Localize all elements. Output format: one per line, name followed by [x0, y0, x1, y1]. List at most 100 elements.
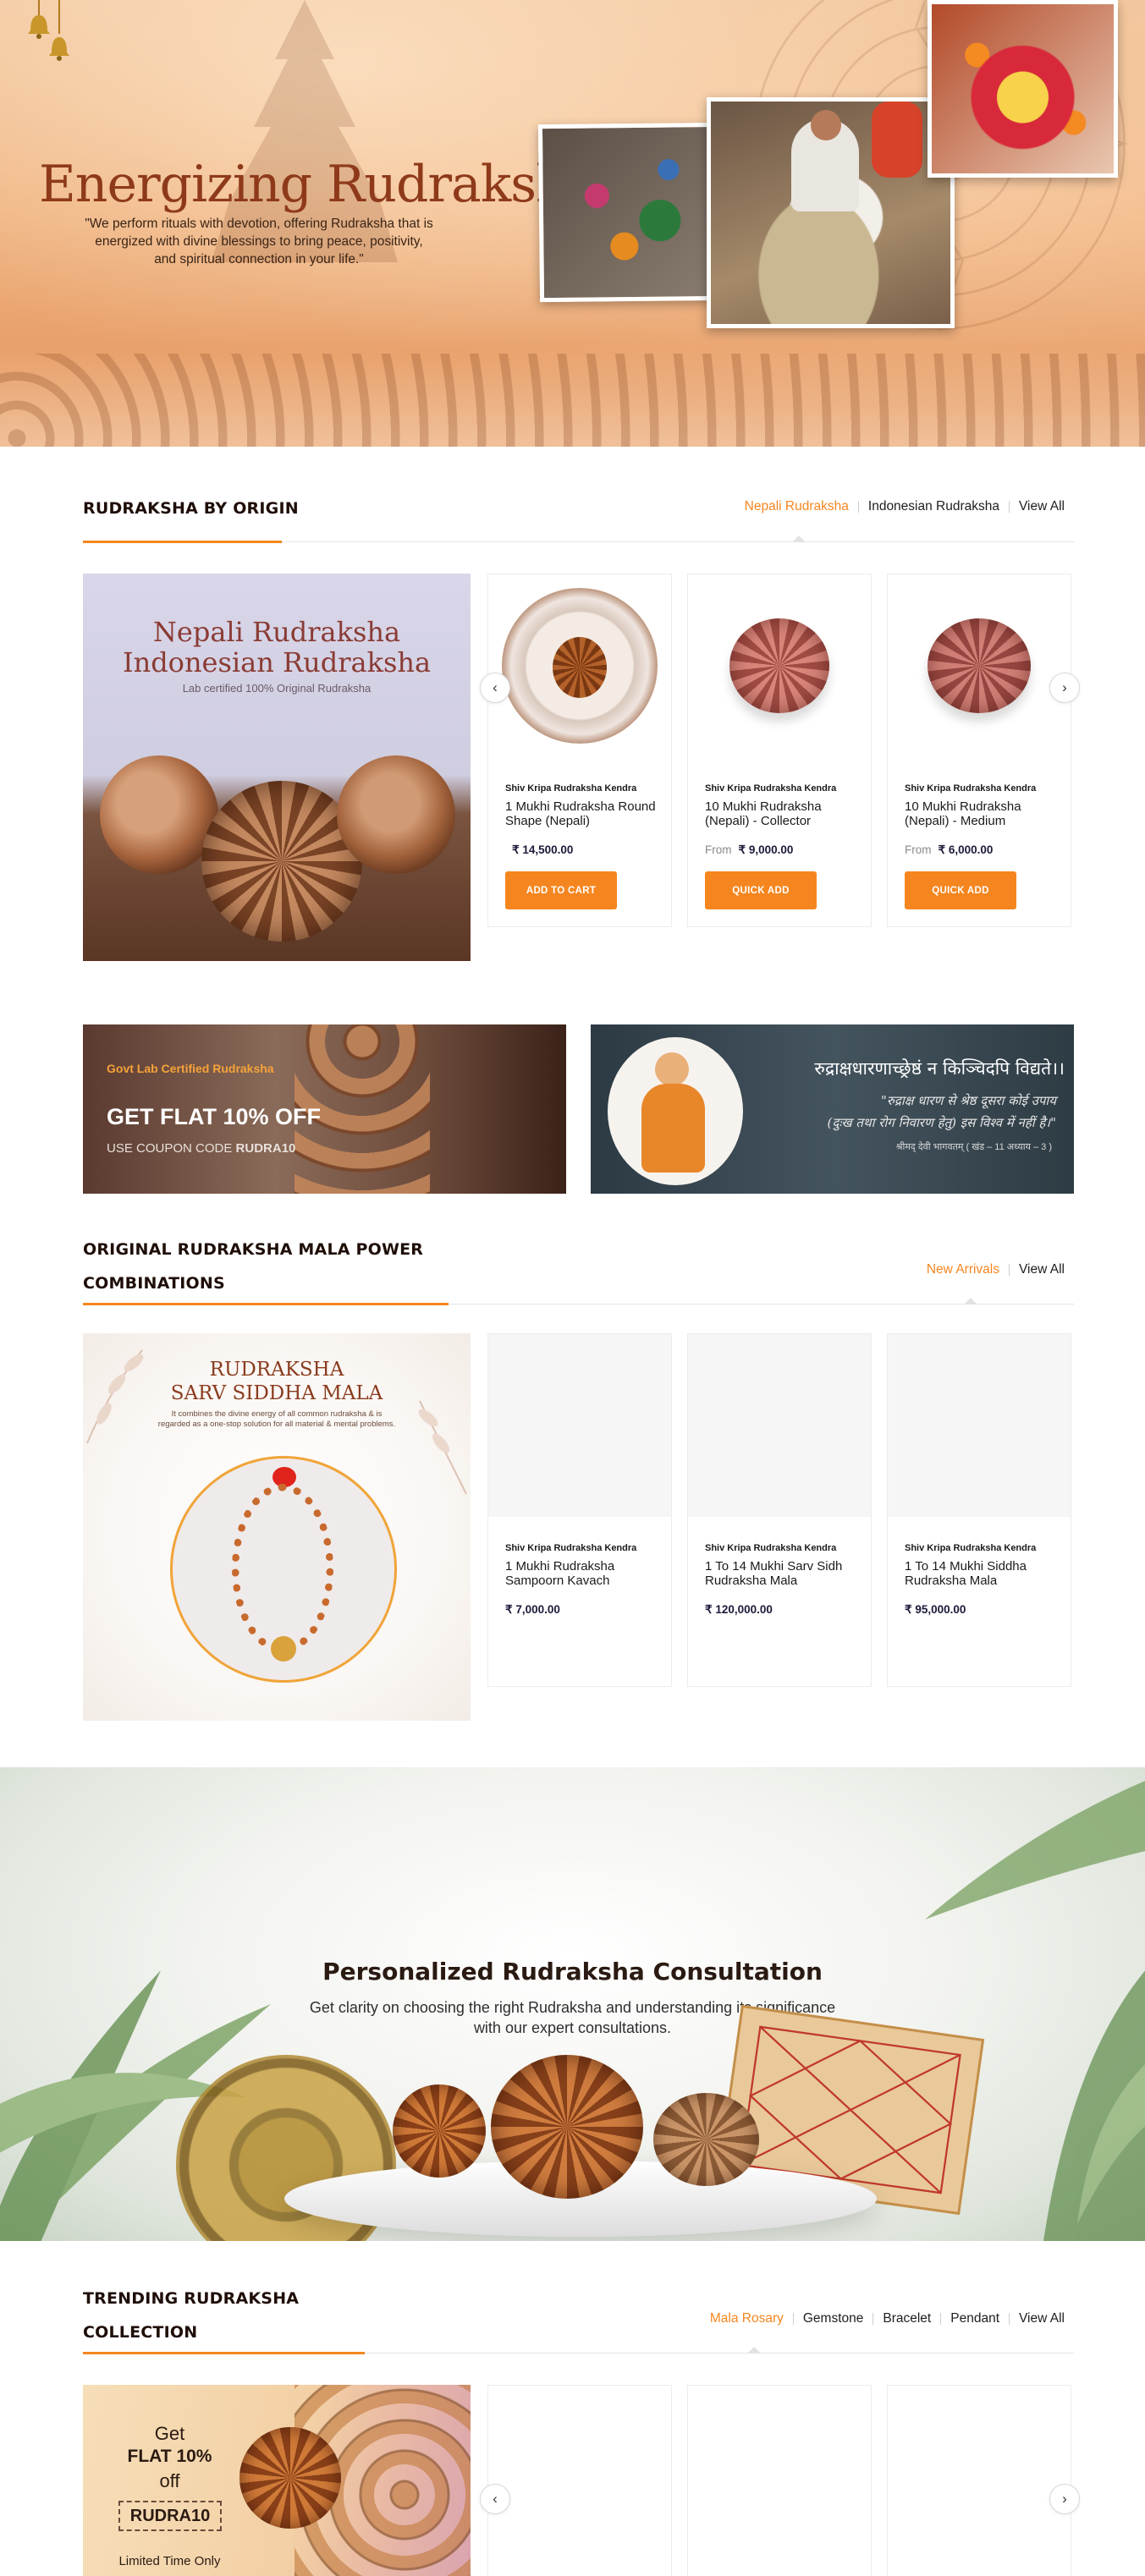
banner-line: Indonesian Rudraksha [122, 646, 432, 678]
promo-tag: Govt Lab Certified Rudraksha [107, 1062, 274, 1075]
hero-banner: Energizing Rudraksha "We perform rituals… [0, 0, 1145, 447]
hero-title: Energizing Rudraksha [39, 155, 597, 214]
quick-add-button[interactable]: QUICK ADD [705, 871, 817, 909]
sarv-siddha-mala-banner[interactable]: RUDRAKSHA SARV SIDDHA MALA It combines t… [83, 1333, 471, 1721]
trending-section: TRENDING RUDRAKSHA COLLECTION Mala Rosar… [83, 2282, 1080, 2576]
section-header: TRENDING RUDRAKSHA COLLECTION Mala Rosar… [83, 2282, 1074, 2354]
product-card[interactable]: Shiv Kripa Rudraksha Kendra 10 Mukhi Rud… [887, 574, 1071, 927]
product-name[interactable]: 10 Mukhi Rudraksha (Nepali) - Medium [905, 799, 1057, 828]
coupon-promo-banner[interactable]: Govt Lab Certified Rudraksha GET FLAT 10… [83, 1024, 566, 1194]
ritual-photo-rangoli [928, 0, 1118, 178]
banner-line: Nepali Rudraksha [152, 616, 401, 648]
tab-pendant[interactable]: Pendant [940, 2312, 1009, 2325]
product-brand: Shiv Kripa Rudraksha Kendra [905, 783, 1037, 794]
product-name[interactable]: 1 Mukhi Rudraksha Round Shape (Nepali) [505, 799, 658, 828]
section-title: RUDRAKSHA BY ORIGIN [83, 499, 299, 518]
carousel-prev-button[interactable]: ‹ [480, 673, 510, 703]
product-brand: Shiv Kripa Rudraksha Kendra [705, 1543, 837, 1553]
tab-bracelet[interactable]: Bracelet [873, 2312, 940, 2325]
origin-product-row: Nepali Rudraksha Indonesian Rudraksha La… [83, 574, 1080, 961]
rudraksha-bead-image [491, 2055, 643, 2199]
product-image-placeholder[interactable] [688, 1334, 871, 1517]
product-image-placeholder[interactable] [488, 1334, 671, 1517]
rudraksha-bead-image [337, 755, 455, 874]
hero-quote-line: energized with divine blessings to bring… [95, 234, 423, 249]
trending-coupon-banner[interactable]: Get FLAT 10% off RUDRA10 Limited Time On… [83, 2385, 471, 2576]
promo-coupon-text: USE COUPON CODE RUDRA10 [107, 1141, 295, 1156]
product-brand: Shiv Kripa Rudraksha Kendra [705, 783, 837, 794]
tab-view-all[interactable]: View All [1009, 500, 1074, 513]
section-header: ORIGINAL RUDRAKSHA MALA POWER COMBINATIO… [83, 1233, 1074, 1305]
product-price: ₹ 7,000.00 [505, 1603, 560, 1616]
tab-gemstone[interactable]: Gemstone [792, 2312, 873, 2325]
product-price: ₹ 14,500.00 [505, 843, 573, 857]
product-brand: Shiv Kripa Rudraksha Kendra [505, 1543, 637, 1553]
product-image[interactable] [688, 574, 871, 757]
tab-new-arrivals[interactable]: New Arrivals [917, 1263, 1009, 1277]
tab-mala-rosary[interactable]: Mala Rosary [701, 2312, 793, 2326]
trending-tabs: Mala Rosary Gemstone Bracelet Pendant Vi… [701, 2312, 1074, 2326]
add-to-cart-button[interactable]: ADD TO CART [505, 871, 617, 909]
tab-nepali-rudraksha[interactable]: Nepali Rudraksha [735, 500, 858, 514]
ritual-photo-offerings [537, 122, 729, 303]
section-header: RUDRAKSHA BY ORIGIN Nepali Rudraksha Ind… [83, 492, 1074, 543]
bell-icon [28, 0, 69, 61]
product-name[interactable]: 1 Mukhi Rudraksha Sampoorn Kavach [505, 1559, 658, 1588]
hero-quote: "We perform rituals with devotion, offer… [56, 215, 462, 268]
product-card[interactable]: Shiv Kripa Rudraksha Kendra 1 Mukhi Rudr… [487, 574, 672, 927]
origin-promo-banner[interactable]: Nepali Rudraksha Indonesian Rudraksha La… [83, 574, 471, 961]
tab-indonesian-rudraksha[interactable]: Indonesian Rudraksha [857, 500, 1009, 513]
coupon-prefix: USE COUPON CODE [107, 1141, 236, 1156]
price-from-label: From [705, 843, 732, 856]
banner-subtitle: It combines the divine energy of all com… [171, 1409, 383, 1419]
origin-section: RUDRAKSHA BY ORIGIN Nepali Rudraksha Ind… [83, 492, 1080, 961]
tab-view-all[interactable]: View All [1009, 1263, 1074, 1276]
banner-discount-text: FLAT 10% [127, 2447, 212, 2466]
product-image[interactable] [488, 574, 671, 757]
product-card[interactable]: Shiv Kripa Rudraksha Kendra 10 Mukhi Rud… [687, 574, 872, 927]
section-title: ORIGINAL RUDRAKSHA MALA POWER [83, 1240, 424, 1259]
product-card-loading[interactable] [687, 2385, 872, 2576]
rudraksha-bead-image [653, 2093, 759, 2186]
coupon-code: RUDRA10 [235, 1141, 296, 1156]
product-name[interactable]: 1 To 14 Mukhi Siddha Rudraksha Mala [905, 1559, 1057, 1588]
consultation-text: with our expert consultations. [473, 2019, 672, 2036]
promo-headline: GET FLAT 10% OFF [107, 1104, 322, 1129]
product-card[interactable]: Shiv Kripa Rudraksha Kendra 1 Mukhi Rudr… [487, 1333, 672, 1687]
carousel-next-button[interactable]: › [1049, 2484, 1080, 2514]
mala-image-circle [170, 1456, 397, 1683]
hero-quote-line: and spiritual connection in your life." [154, 252, 364, 266]
mala-product-row: RUDRAKSHA SARV SIDDHA MALA It combines t… [83, 1333, 1074, 1721]
product-image-placeholder[interactable] [888, 1334, 1071, 1517]
product-price: From ₹ 9,000.00 [705, 843, 793, 857]
banner-subtitle: Lab certified 100% Original Rudraksha [182, 682, 372, 695]
adi-shankaracharya-image [608, 1037, 743, 1185]
scripture-source: श्रीमद् देवी भागवतम् ( खंड – 11 अध्याय –… [895, 1142, 1052, 1152]
banner-line: SARV SIDDHA MALA [170, 1382, 383, 1404]
product-card[interactable]: Shiv Kripa Rudraksha Kendra 1 To 14 Mukh… [887, 1333, 1071, 1687]
section-title-underline [83, 1303, 449, 1305]
price-from-label: From [905, 843, 932, 856]
trending-product-row: Get FLAT 10% off RUDRA10 Limited Time On… [83, 2385, 1080, 2576]
product-image[interactable] [888, 574, 1071, 757]
product-brand: Shiv Kripa Rudraksha Kendra [505, 783, 637, 794]
section-title: COMBINATIONS [83, 1274, 225, 1293]
price-value: ₹ 6,000.00 [938, 843, 994, 856]
product-card-loading[interactable] [487, 2385, 672, 2576]
active-tab-caret [964, 1298, 977, 1304]
banner-off-text: off [159, 2470, 180, 2491]
product-price: ₹ 120,000.00 [705, 1603, 773, 1616]
consultation-banner[interactable]: Personalized Rudraksha Consultation Get … [0, 1767, 1145, 2241]
scripture-promo-banner[interactable]: रुद्राक्षधारणाच्छ्रेष्ठं न किञ्चिदपि विद… [591, 1024, 1074, 1194]
quick-add-button[interactable]: QUICK ADD [905, 871, 1016, 909]
product-card-loading[interactable] [887, 2385, 1071, 2576]
carousel-next-button[interactable]: › [1049, 673, 1080, 703]
tab-view-all[interactable]: View All [1009, 2312, 1074, 2325]
product-name[interactable]: 1 To 14 Mukhi Sarv Sidh Rudraksha Mala [705, 1559, 857, 1588]
consultation-title: Personalized Rudraksha Consultation [322, 1958, 823, 1986]
section-title: TRENDING RUDRAKSHA [83, 2289, 300, 2308]
product-name[interactable]: 10 Mukhi Rudraksha (Nepali) - Collector [705, 799, 857, 828]
carousel-prev-button[interactable]: ‹ [480, 2484, 510, 2514]
origin-tabs: Nepali Rudraksha Indonesian Rudraksha Vi… [735, 500, 1074, 514]
product-card[interactable]: Shiv Kripa Rudraksha Kendra 1 To 14 Mukh… [687, 1333, 872, 1687]
